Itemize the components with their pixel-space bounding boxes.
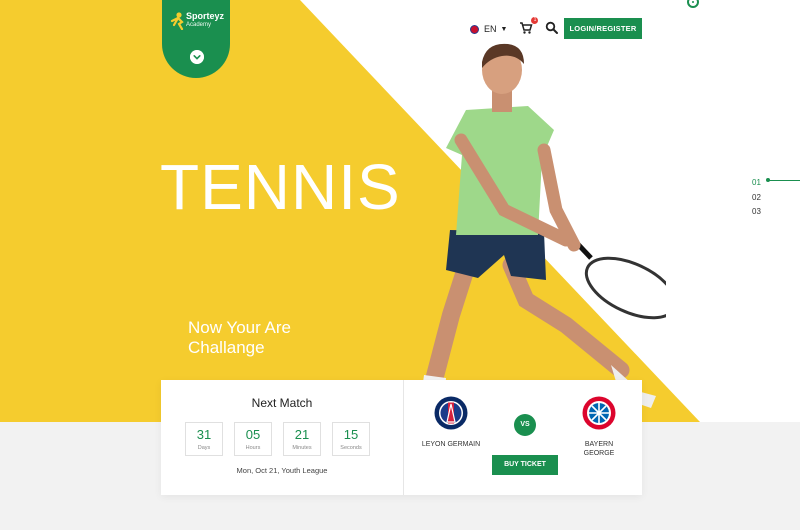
countdown-value: 05 — [245, 427, 261, 442]
top-nav: EN ▼ 1 — [470, 17, 561, 40]
psg-crest-icon — [434, 396, 468, 430]
chevron-down-icon[interactable] — [190, 50, 204, 64]
slide-pagination: 01 02 03 — [752, 176, 761, 220]
brand-name: Sporteyz — [186, 11, 225, 21]
slide-01[interactable]: 01 — [752, 176, 761, 191]
runner-logo-icon — [170, 12, 184, 30]
search-icon — [546, 21, 559, 34]
search-button[interactable] — [545, 21, 561, 37]
match-info: Mon, Oct 21, Youth League — [236, 466, 328, 475]
slide-03[interactable]: 03 — [752, 205, 761, 220]
login-register-button[interactable]: LOGIN/REGISTER — [564, 18, 642, 39]
brand-tagline: Academy — [186, 22, 212, 28]
countdown-value: 15 — [343, 427, 359, 442]
countdown-value: 21 — [294, 427, 310, 442]
countdown-label: Minutes — [292, 445, 312, 451]
bayern-crest-icon — [582, 396, 616, 430]
slide-indicator-dot — [766, 178, 770, 182]
away-team-name: BAYERN GEORGE — [583, 441, 615, 457]
countdown-label: Seconds — [340, 445, 362, 451]
hero-subtitle: Now Your Are Challange — [188, 318, 292, 357]
countdown-minutes: 21 Minutes — [283, 422, 321, 456]
slide-indicator-line — [768, 180, 800, 181]
hero-section: Sporteyz Academy EN ▼ 1 LOGIN/REGISTER T… — [0, 0, 800, 422]
cart-count-badge: 1 — [531, 17, 539, 24]
countdown-value: 31 — [196, 427, 212, 442]
vs-badge: VS — [514, 414, 536, 436]
hero-title: TENNIS — [160, 151, 401, 223]
slide-02[interactable]: 02 — [752, 191, 761, 206]
countdown-timer: 31 Days 05 Hours 21 Minutes 15 Seconds — [185, 422, 381, 456]
countdown-label: Hours — [245, 445, 261, 451]
language-selector[interactable]: EN ▼ — [470, 24, 507, 34]
away-team: BAYERN GEORGE — [569, 396, 629, 458]
caret-down-icon: ▼ — [500, 25, 508, 33]
flag-uk-icon — [470, 24, 479, 34]
home-team-name: LEYON GERMAIN — [421, 441, 481, 448]
countdown-hours: 05 Hours — [234, 422, 272, 456]
countdown-days: 31 Days — [185, 422, 223, 456]
language-label: EN — [484, 24, 497, 34]
cart-button[interactable]: 1 — [519, 17, 539, 37]
next-match-card: Next Match 31 Days 05 Hours 21 Minutes 1… — [161, 380, 642, 495]
card-divider — [403, 380, 404, 495]
countdown-seconds: 15 Seconds — [332, 422, 370, 456]
tennis-player-image — [421, 43, 666, 408]
next-match-title: Next Match — [251, 396, 313, 410]
home-team: LEYON GERMAIN — [421, 396, 481, 449]
buy-ticket-button[interactable]: BUY TICKET — [492, 455, 558, 475]
countdown-label: Days — [197, 445, 211, 451]
logo-tab[interactable]: Sporteyz Academy — [162, 0, 230, 78]
